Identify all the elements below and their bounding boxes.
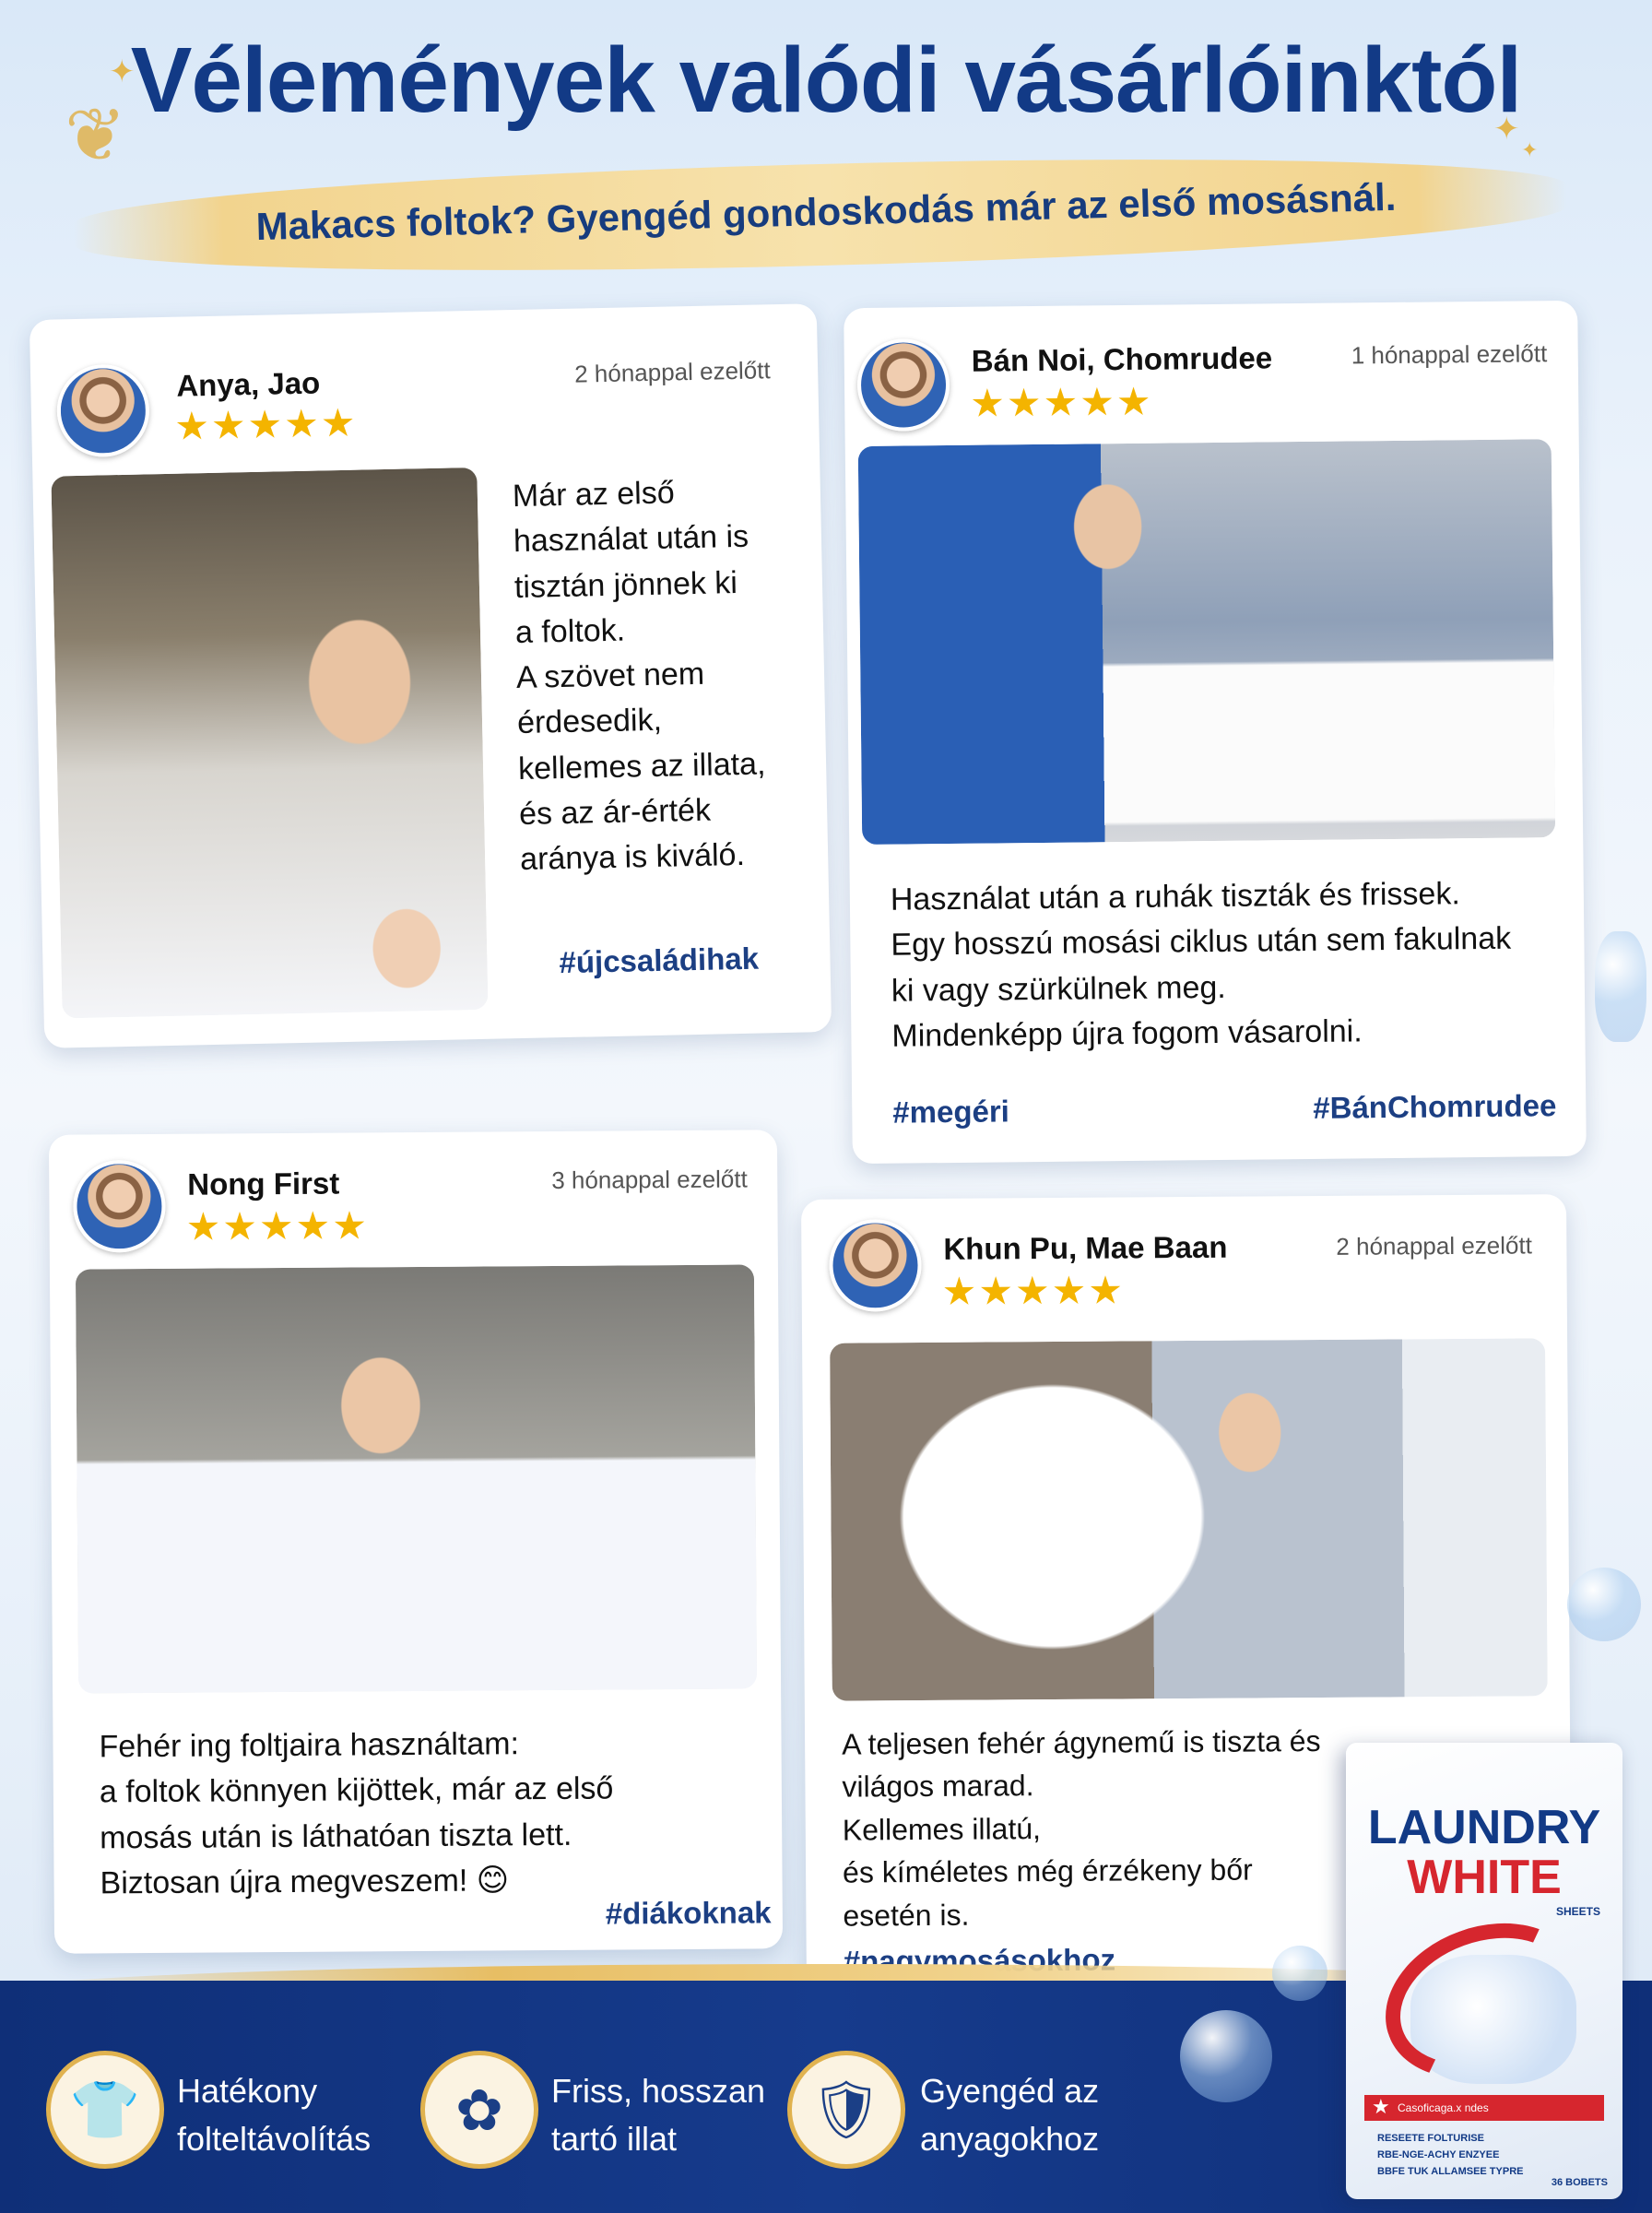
product-badge: Casoficaga.x ndes — [1364, 2095, 1604, 2121]
bubble-decoration — [1595, 931, 1646, 1042]
brand-name: WHITE — [1407, 1851, 1562, 1904]
feature-label: Friss, hosszan tartó illat — [551, 2072, 766, 2159]
avatar — [856, 337, 950, 432]
review-text: Fehér ing foltjaira használtam: a foltok… — [99, 1726, 614, 1901]
star-rating: ★★★★★ — [941, 1268, 1126, 1313]
bubble-decoration — [1180, 2010, 1272, 2102]
product-type: SHEETS — [1555, 1905, 1600, 1918]
review-time: 2 hónappal ezelőtt — [1336, 1231, 1532, 1260]
product-features-list: RESEETE FOLTURISE RBE-NGE-ACHY ENZYEE BB… — [1377, 2133, 1524, 2178]
bubble-decoration — [1567, 1568, 1641, 1641]
review-photo — [857, 439, 1556, 846]
product-count: 36 BOBETS — [1551, 2177, 1608, 2188]
avatar — [829, 1218, 922, 1312]
star-rating: ★★★★★ — [173, 400, 358, 448]
review-card: Anya, Jao 2 hónappal ezelőtt ★★★★★ Már a… — [29, 303, 832, 1048]
hashtag-link[interactable]: #diákoknak — [606, 1895, 772, 1931]
reviewer-name: Nong First — [187, 1166, 340, 1201]
hashtag-link[interactable]: #megéri — [892, 1094, 1009, 1130]
bubble-decoration — [1272, 1946, 1328, 2001]
page-title: Vélemények valódi vásárlóinktól — [130, 29, 1523, 132]
review-text: A teljesen fehér ágynemű is tiszta és vi… — [842, 1723, 1321, 1933]
avatar — [55, 363, 150, 458]
review-photo — [830, 1338, 1548, 1701]
flower-icon: ✿ — [420, 2051, 538, 2169]
reviewer-name: Anya, Jao — [175, 365, 321, 403]
hashtag-link[interactable]: #újcsaládihak — [559, 941, 759, 981]
review-text: Már az első használat után is tisztán jö… — [512, 475, 766, 878]
review-photo — [75, 1264, 758, 1694]
review-time: 2 hónappal ezelőtt — [573, 356, 771, 388]
shield-check-icon: 🛡 — [787, 2051, 905, 2169]
review-photo — [51, 467, 489, 1019]
hashtag-link[interactable]: #BánChomrudee — [1313, 1088, 1556, 1126]
product-package: LAUNDRY WHITE SHEETS Casoficaga.x ndes ★… — [1346, 1743, 1622, 2199]
feature-label: Gyengéd az anyagokhoz — [920, 2072, 1100, 2159]
star-rating: ★★★★★ — [970, 379, 1153, 425]
swirl-illustration — [1363, 1897, 1605, 2105]
review-text: Használat után a ruhák tiszták és frisse… — [890, 876, 1512, 1054]
review-card: Bán Noi, Chomrudee 1 hónappal ezelőtt ★★… — [844, 300, 1587, 1165]
feature-label: Hatékony folteltávolítás — [177, 2072, 372, 2159]
sparkle-icon: ✦ — [1521, 138, 1539, 161]
star-icon: ★ — [1372, 2095, 1390, 2118]
star-rating: ★★★★★ — [185, 1203, 370, 1249]
review-card: Nong First 3 hónappal ezelőtt ★★★★★ Fehé… — [48, 1130, 784, 1954]
tshirt-icon: 👕 — [46, 2051, 164, 2169]
brand-name: LAUNDRY — [1367, 1801, 1601, 1854]
avatar — [73, 1159, 166, 1253]
reviewer-name: Bán Noi, Chomrudee — [971, 340, 1273, 378]
review-time: 1 hónappal ezelőtt — [1351, 339, 1548, 370]
review-time: 3 hónappal ezelőtt — [551, 1165, 748, 1194]
reviewer-name: Khun Pu, Mae Baan — [943, 1229, 1228, 1266]
